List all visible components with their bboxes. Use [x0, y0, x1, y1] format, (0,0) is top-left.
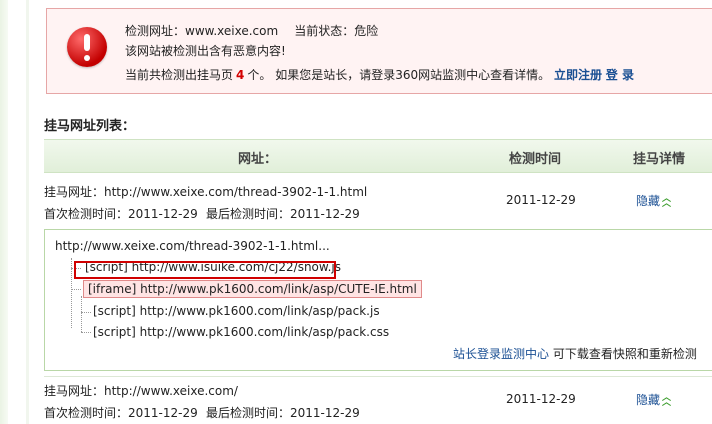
chevron-up-icon: ︿ ︿ — [662, 392, 672, 408]
hide-details-link[interactable]: 隐藏 ︿ ︿ — [636, 192, 671, 209]
header-time: 检测时间 — [509, 152, 562, 167]
danger-alert-panel: 检测网址：www.xeixe.com 当前状态：危险 该网站被检测出含有恶意内容!… — [46, 8, 712, 94]
header-url: 网址： — [238, 152, 278, 167]
detail-tree-panel: http://www.xeixe.com/thread-3902-1-1.htm… — [44, 229, 712, 371]
hide-details-link[interactable]: 隐藏 ︿ ︿ — [636, 391, 671, 408]
tree-node-script: [script] http://www.pk1600.com/link/asp/… — [93, 325, 390, 339]
login-link[interactable]: 登 录 — [606, 68, 634, 82]
row-url: 挂马网址：http://www.xeixe.com/thread-3902-1-… — [44, 185, 368, 199]
alert-url-line: 检测网址：www.xeixe.com 当前状态：危险 — [125, 24, 379, 38]
monitor-center-link[interactable]: 站长登录监测中心 — [453, 347, 549, 361]
left-border-stripe — [0, 0, 8, 424]
tree-node-script: [script] http://www.pk1600.com/link/asp/… — [93, 304, 380, 318]
tree-root-url: http://www.xeixe.com/thread-3902-1-1.htm… — [55, 239, 330, 253]
alert-count-line: 当前共检测出挂马页 4 个。 如果您是站长，请登录360网站监测中心查看详情。 立即… — [125, 68, 634, 82]
infected-page-count: 4 — [236, 68, 245, 82]
highlight-box — [74, 261, 336, 279]
header-detail: 挂马详情 — [633, 152, 686, 167]
checked-url: www.xeixe.com — [185, 24, 279, 38]
table-header: 网址： 检测时间 挂马详情 — [44, 139, 712, 173]
exclamation-icon — [67, 27, 107, 67]
detail-footer: 站长登录监测中心 可下载查看快照和重新检测 — [453, 347, 697, 361]
tree-node-iframe: [iframe] http://www.pk1600.com/link/asp/… — [83, 280, 422, 298]
row-divider — [44, 376, 712, 377]
row-first-check: 首次检测时间：2011-12-29 — [44, 406, 198, 420]
row-last-check: 最后检测时间：2011-12-29 — [206, 406, 360, 420]
row-last-check: 最后检测时间：2011-12-29 — [206, 207, 360, 221]
register-link[interactable]: 立即注册 — [554, 68, 602, 82]
status-text: 危险 — [354, 24, 379, 38]
row-date: 2011-12-29 — [506, 392, 576, 406]
row-url: 挂马网址：http://www.xeixe.com/ — [44, 384, 238, 398]
list-title: 挂马网址列表： — [44, 119, 136, 134]
left-border-line — [26, 0, 29, 424]
row-date: 2011-12-29 — [506, 193, 576, 207]
chevron-up-icon: ︿ ︿ — [662, 193, 672, 209]
alert-message: 该网站被检测出含有恶意内容! — [125, 44, 286, 58]
row-first-check: 首次检测时间：2011-12-29 — [44, 207, 198, 221]
